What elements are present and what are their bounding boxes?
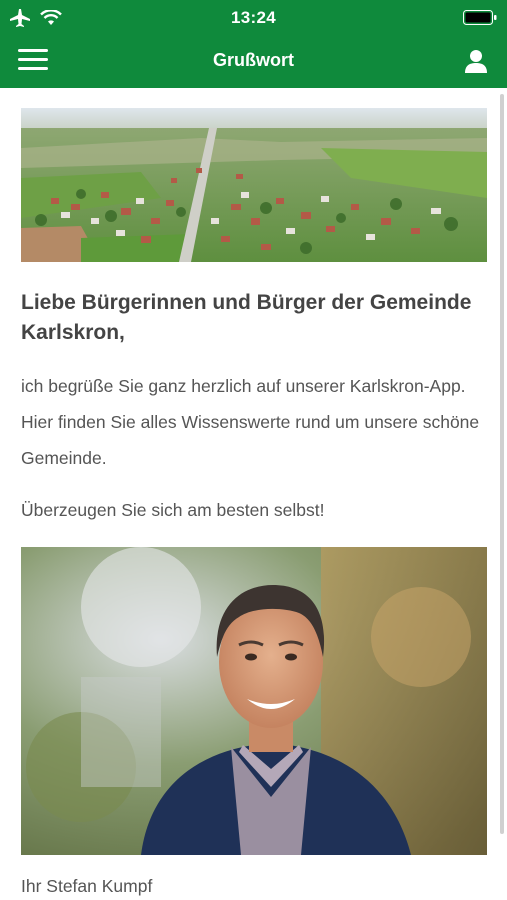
intro-paragraph: ich begrüße Sie ganz herzlich auf unsere… <box>21 376 480 468</box>
closing-paragraph: Überzeugen Sie sich am besten selbst! <box>21 500 325 520</box>
status-time: 13:24 <box>231 8 276 27</box>
signature-text: Ihr Stefan Kumpf <box>21 876 153 896</box>
top-bar: 13:24 Grußwort <box>0 0 507 88</box>
scrollbar[interactable] <box>500 94 504 834</box>
aerial-village-photo <box>21 108 487 262</box>
mayor-portrait-photo <box>21 547 487 855</box>
status-bar: 13:24 <box>0 0 507 36</box>
page-title: Grußwort <box>213 50 294 70</box>
greeting-heading: Liebe Bürgerinnen und Bürger der Gemeind… <box>21 291 472 344</box>
user-profile-icon[interactable] <box>463 48 489 74</box>
battery-icon <box>463 10 497 25</box>
navigation-bar: Grußwort <box>0 36 507 88</box>
content-area: Liebe Bürgerinnen und Bürger der Gemeind… <box>0 88 507 900</box>
